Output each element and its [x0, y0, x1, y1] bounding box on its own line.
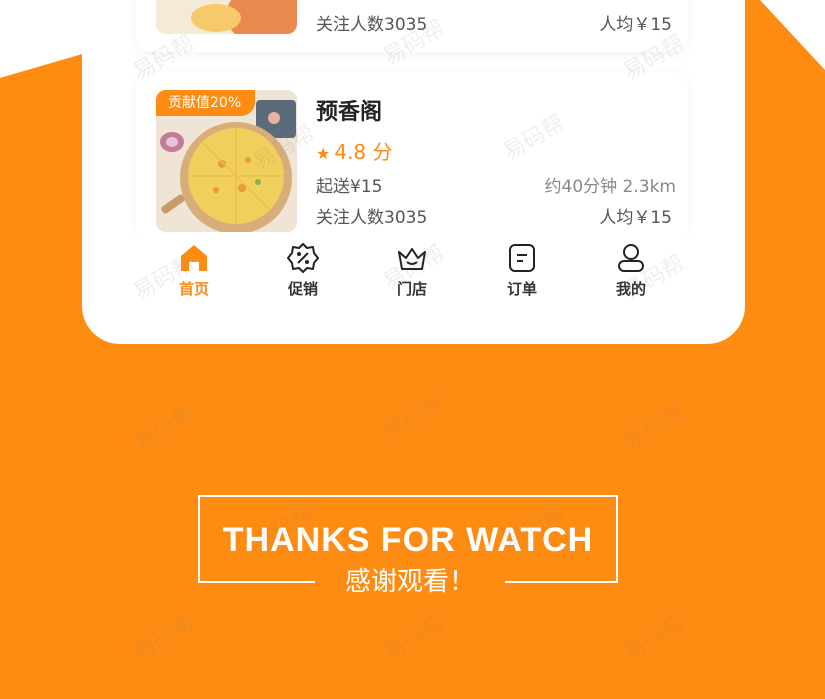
thanks-title: THANKS FOR WATCH: [222, 521, 594, 559]
store-name[interactable]: 预香阁: [316, 94, 382, 126]
tab-label: 促销: [287, 280, 318, 298]
tab-store[interactable]: 门店: [372, 242, 452, 299]
food-image-icon: [156, 0, 297, 34]
store-thumbnail: [156, 0, 297, 34]
tab-profile[interactable]: 我的: [591, 242, 671, 299]
user-icon: [618, 244, 644, 272]
tab-promotion[interactable]: 促销: [263, 242, 343, 299]
store-followers: 关注人数3035: [316, 208, 428, 228]
tab-orders[interactable]: 订单: [482, 242, 562, 299]
store-per-person: 人均￥15: [599, 208, 672, 228]
thanks-subtitle: 感谢观看！: [344, 567, 475, 597]
order-doc-icon: [509, 244, 535, 272]
store-min-order: 起送¥15: [316, 177, 383, 197]
tab-label: 我的: [615, 280, 646, 298]
crown-basket-icon: [398, 248, 426, 270]
store-thumbnail: 贡献值20%: [156, 90, 297, 232]
bottom-tab-bar: 首页 促销 门店 订单 我的: [82, 234, 745, 304]
contribution-badge: 贡献值20%: [156, 90, 256, 116]
promo-badge-icon: [287, 243, 319, 273]
store-card[interactable]: 贡献值20% 预香阁 ★ 4.8 分 起送¥15 约40分钟 2.3km 关注人数…: [136, 72, 688, 234]
store-list: 关注人数3035 人均￥15 贡献值20% 预香阁 ★ 4.8 分 起送¥15 …: [120, 0, 707, 234]
tab-label: 门店: [396, 280, 427, 298]
tab-label: 订单: [506, 280, 537, 298]
store-rating: ★ 4.8 分: [316, 136, 393, 165]
store-followers: 关注人数3035: [316, 15, 428, 35]
store-card[interactable]: 关注人数3035 人均￥15: [136, 0, 688, 52]
home-icon: [181, 245, 207, 271]
tab-home[interactable]: 首页: [154, 242, 234, 299]
store-delivery-info: 约40分钟 2.3km: [544, 177, 676, 197]
thanks-subtitle-wrap: 感谢观看！: [315, 563, 505, 603]
rating-value: 4.8 分: [334, 140, 393, 164]
store-per-person: 人均￥15: [599, 15, 672, 35]
star-icon: ★: [316, 144, 331, 163]
tab-label: 首页: [178, 280, 209, 298]
